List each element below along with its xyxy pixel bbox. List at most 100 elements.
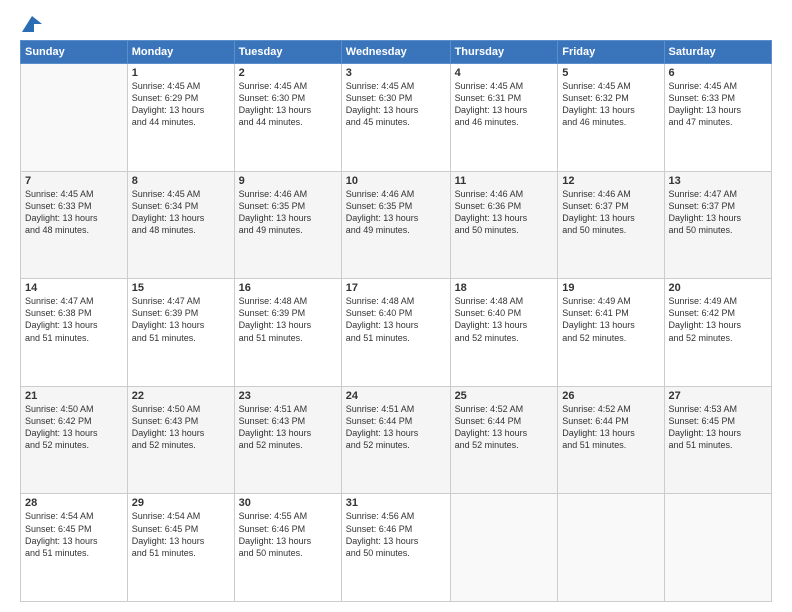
day-number: 29	[132, 497, 230, 509]
day-info: Sunrise: 4:45 AM Sunset: 6:32 PM Dayligh…	[562, 80, 659, 129]
day-number: 7	[25, 175, 123, 187]
calendar-header-cell: Monday	[127, 41, 234, 64]
calendar-week-row: 7Sunrise: 4:45 AM Sunset: 6:33 PM Daylig…	[21, 171, 772, 279]
calendar-week-row: 21Sunrise: 4:50 AM Sunset: 6:42 PM Dayli…	[21, 386, 772, 494]
page: SundayMondayTuesdayWednesdayThursdayFrid…	[0, 0, 792, 612]
day-number: 19	[562, 282, 659, 294]
day-number: 27	[669, 390, 767, 402]
calendar-day-cell: 22Sunrise: 4:50 AM Sunset: 6:43 PM Dayli…	[127, 386, 234, 494]
calendar-day-cell: 5Sunrise: 4:45 AM Sunset: 6:32 PM Daylig…	[558, 64, 664, 172]
calendar-day-cell: 20Sunrise: 4:49 AM Sunset: 6:42 PM Dayli…	[664, 279, 771, 387]
calendar-day-cell: 18Sunrise: 4:48 AM Sunset: 6:40 PM Dayli…	[450, 279, 558, 387]
calendar-day-cell: 26Sunrise: 4:52 AM Sunset: 6:44 PM Dayli…	[558, 386, 664, 494]
calendar-day-cell: 12Sunrise: 4:46 AM Sunset: 6:37 PM Dayli…	[558, 171, 664, 279]
day-info: Sunrise: 4:48 AM Sunset: 6:39 PM Dayligh…	[239, 295, 337, 344]
calendar-day-cell	[21, 64, 128, 172]
calendar-day-cell: 6Sunrise: 4:45 AM Sunset: 6:33 PM Daylig…	[664, 64, 771, 172]
calendar-header-cell: Sunday	[21, 41, 128, 64]
day-info: Sunrise: 4:47 AM Sunset: 6:37 PM Dayligh…	[669, 188, 767, 237]
day-info: Sunrise: 4:54 AM Sunset: 6:45 PM Dayligh…	[25, 510, 123, 559]
calendar-day-cell	[450, 494, 558, 602]
logo	[20, 16, 42, 32]
calendar-day-cell: 11Sunrise: 4:46 AM Sunset: 6:36 PM Dayli…	[450, 171, 558, 279]
calendar-day-cell: 16Sunrise: 4:48 AM Sunset: 6:39 PM Dayli…	[234, 279, 341, 387]
day-info: Sunrise: 4:46 AM Sunset: 6:37 PM Dayligh…	[562, 188, 659, 237]
logo-icon	[22, 16, 42, 32]
day-number: 4	[455, 67, 554, 79]
calendar-header-cell: Wednesday	[341, 41, 450, 64]
calendar-day-cell	[664, 494, 771, 602]
day-info: Sunrise: 4:52 AM Sunset: 6:44 PM Dayligh…	[562, 403, 659, 452]
day-info: Sunrise: 4:56 AM Sunset: 6:46 PM Dayligh…	[346, 510, 446, 559]
day-info: Sunrise: 4:46 AM Sunset: 6:36 PM Dayligh…	[455, 188, 554, 237]
day-info: Sunrise: 4:52 AM Sunset: 6:44 PM Dayligh…	[455, 403, 554, 452]
day-info: Sunrise: 4:48 AM Sunset: 6:40 PM Dayligh…	[455, 295, 554, 344]
calendar-day-cell: 15Sunrise: 4:47 AM Sunset: 6:39 PM Dayli…	[127, 279, 234, 387]
day-info: Sunrise: 4:45 AM Sunset: 6:34 PM Dayligh…	[132, 188, 230, 237]
calendar-day-cell: 14Sunrise: 4:47 AM Sunset: 6:38 PM Dayli…	[21, 279, 128, 387]
calendar-body: 1Sunrise: 4:45 AM Sunset: 6:29 PM Daylig…	[21, 64, 772, 602]
calendar-day-cell: 3Sunrise: 4:45 AM Sunset: 6:30 PM Daylig…	[341, 64, 450, 172]
calendar-day-cell: 21Sunrise: 4:50 AM Sunset: 6:42 PM Dayli…	[21, 386, 128, 494]
calendar-day-cell: 17Sunrise: 4:48 AM Sunset: 6:40 PM Dayli…	[341, 279, 450, 387]
day-number: 12	[562, 175, 659, 187]
day-number: 9	[239, 175, 337, 187]
calendar-header: SundayMondayTuesdayWednesdayThursdayFrid…	[21, 41, 772, 64]
calendar-day-cell: 4Sunrise: 4:45 AM Sunset: 6:31 PM Daylig…	[450, 64, 558, 172]
day-number: 8	[132, 175, 230, 187]
calendar-day-cell: 27Sunrise: 4:53 AM Sunset: 6:45 PM Dayli…	[664, 386, 771, 494]
calendar-day-cell: 24Sunrise: 4:51 AM Sunset: 6:44 PM Dayli…	[341, 386, 450, 494]
day-number: 10	[346, 175, 446, 187]
calendar-week-row: 1Sunrise: 4:45 AM Sunset: 6:29 PM Daylig…	[21, 64, 772, 172]
day-number: 5	[562, 67, 659, 79]
day-info: Sunrise: 4:49 AM Sunset: 6:41 PM Dayligh…	[562, 295, 659, 344]
day-info: Sunrise: 4:45 AM Sunset: 6:30 PM Dayligh…	[346, 80, 446, 129]
day-info: Sunrise: 4:46 AM Sunset: 6:35 PM Dayligh…	[346, 188, 446, 237]
day-info: Sunrise: 4:48 AM Sunset: 6:40 PM Dayligh…	[346, 295, 446, 344]
calendar-day-cell: 2Sunrise: 4:45 AM Sunset: 6:30 PM Daylig…	[234, 64, 341, 172]
day-number: 26	[562, 390, 659, 402]
calendar-day-cell: 30Sunrise: 4:55 AM Sunset: 6:46 PM Dayli…	[234, 494, 341, 602]
day-info: Sunrise: 4:45 AM Sunset: 6:33 PM Dayligh…	[25, 188, 123, 237]
day-info: Sunrise: 4:49 AM Sunset: 6:42 PM Dayligh…	[669, 295, 767, 344]
calendar-day-cell: 9Sunrise: 4:46 AM Sunset: 6:35 PM Daylig…	[234, 171, 341, 279]
day-info: Sunrise: 4:45 AM Sunset: 6:31 PM Dayligh…	[455, 80, 554, 129]
calendar-day-cell: 28Sunrise: 4:54 AM Sunset: 6:45 PM Dayli…	[21, 494, 128, 602]
day-info: Sunrise: 4:45 AM Sunset: 6:33 PM Dayligh…	[669, 80, 767, 129]
calendar-week-row: 14Sunrise: 4:47 AM Sunset: 6:38 PM Dayli…	[21, 279, 772, 387]
day-number: 31	[346, 497, 446, 509]
calendar-day-cell: 7Sunrise: 4:45 AM Sunset: 6:33 PM Daylig…	[21, 171, 128, 279]
day-number: 25	[455, 390, 554, 402]
day-number: 23	[239, 390, 337, 402]
day-info: Sunrise: 4:45 AM Sunset: 6:30 PM Dayligh…	[239, 80, 337, 129]
day-info: Sunrise: 4:45 AM Sunset: 6:29 PM Dayligh…	[132, 80, 230, 129]
day-number: 17	[346, 282, 446, 294]
header	[20, 16, 772, 32]
day-number: 6	[669, 67, 767, 79]
calendar-day-cell: 25Sunrise: 4:52 AM Sunset: 6:44 PM Dayli…	[450, 386, 558, 494]
calendar-day-cell: 31Sunrise: 4:56 AM Sunset: 6:46 PM Dayli…	[341, 494, 450, 602]
day-number: 18	[455, 282, 554, 294]
day-info: Sunrise: 4:50 AM Sunset: 6:43 PM Dayligh…	[132, 403, 230, 452]
day-number: 11	[455, 175, 554, 187]
calendar-header-cell: Thursday	[450, 41, 558, 64]
day-info: Sunrise: 4:54 AM Sunset: 6:45 PM Dayligh…	[132, 510, 230, 559]
calendar-day-cell	[558, 494, 664, 602]
calendar-day-cell: 1Sunrise: 4:45 AM Sunset: 6:29 PM Daylig…	[127, 64, 234, 172]
day-number: 24	[346, 390, 446, 402]
day-number: 2	[239, 67, 337, 79]
calendar-day-cell: 13Sunrise: 4:47 AM Sunset: 6:37 PM Dayli…	[664, 171, 771, 279]
day-number: 21	[25, 390, 123, 402]
day-info: Sunrise: 4:55 AM Sunset: 6:46 PM Dayligh…	[239, 510, 337, 559]
header-row: SundayMondayTuesdayWednesdayThursdayFrid…	[21, 41, 772, 64]
day-number: 16	[239, 282, 337, 294]
day-number: 14	[25, 282, 123, 294]
calendar-day-cell: 19Sunrise: 4:49 AM Sunset: 6:41 PM Dayli…	[558, 279, 664, 387]
day-info: Sunrise: 4:53 AM Sunset: 6:45 PM Dayligh…	[669, 403, 767, 452]
day-number: 13	[669, 175, 767, 187]
day-number: 1	[132, 67, 230, 79]
calendar-day-cell: 8Sunrise: 4:45 AM Sunset: 6:34 PM Daylig…	[127, 171, 234, 279]
day-number: 22	[132, 390, 230, 402]
day-number: 30	[239, 497, 337, 509]
calendar-day-cell: 23Sunrise: 4:51 AM Sunset: 6:43 PM Dayli…	[234, 386, 341, 494]
